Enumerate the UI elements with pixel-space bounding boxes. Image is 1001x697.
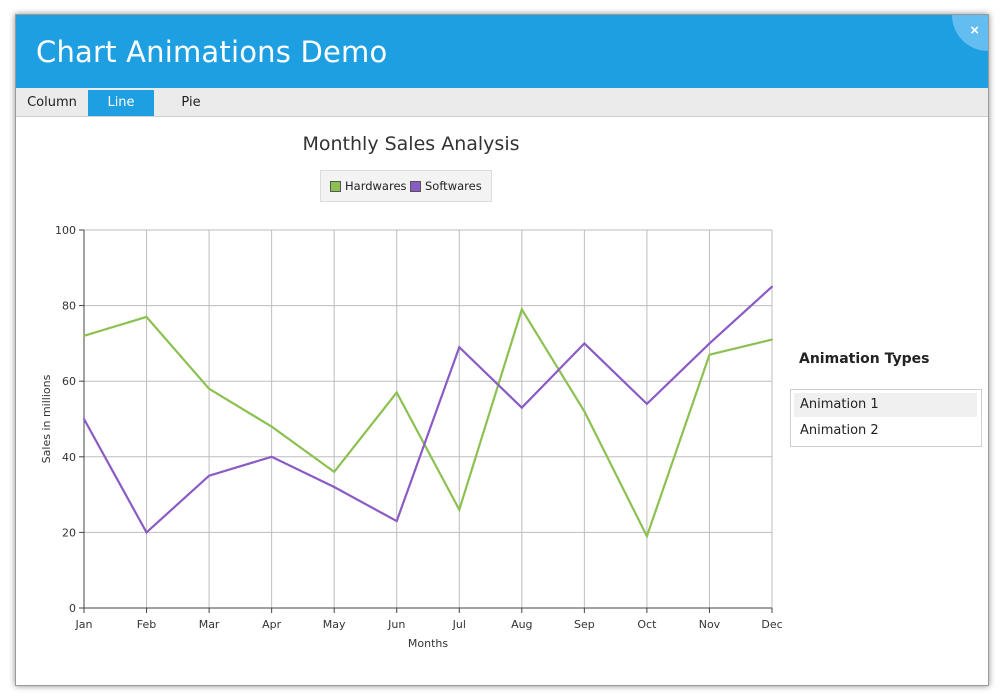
hardwares-series-point [583, 410, 586, 413]
x-tick-label: Dec [761, 618, 782, 631]
softwares-series-point [645, 402, 648, 405]
softwares-series-point [145, 531, 148, 534]
hardwares-series-point [458, 508, 461, 511]
x-tick-label: May [323, 618, 346, 631]
line-chart: 0 20 40 60 80 100 Jan Feb Mar Apr May Jun Jul Aug Sep O… [40, 224, 783, 650]
softwares-series-point [458, 346, 461, 349]
x-tick-label: Apr [262, 618, 282, 631]
x-tick-label: Feb [137, 618, 156, 631]
y-tick-label: 40 [62, 451, 76, 464]
hardwares-series-point [708, 353, 711, 356]
softwares-series-point [83, 418, 85, 420]
hardwares-series-point [771, 338, 773, 341]
y-tick-label: 60 [62, 375, 76, 388]
hardwares-series-point [395, 391, 398, 394]
softwares-series-line [83, 285, 773, 535]
softwares-series-point [333, 486, 336, 489]
animation-option-2[interactable]: Animation 2 [794, 419, 977, 443]
x-axis-title: Months [408, 637, 448, 650]
y-tick-label: 80 [62, 300, 76, 313]
softwares-series-point [771, 285, 773, 288]
x-tick-label: Nov [699, 618, 721, 631]
hardwares-series-point [645, 535, 648, 538]
x-tick-label: Aug [511, 618, 532, 631]
animation-option-1[interactable]: Animation 1 [794, 393, 977, 417]
softwares-series-point [270, 455, 273, 458]
x-tick-label: Jul [452, 618, 466, 631]
hardwares-series-point [520, 308, 523, 311]
softwares-series-point [395, 520, 398, 523]
softwares-series-point [708, 342, 711, 345]
x-tick-label: Jun [387, 618, 405, 631]
y-tick-label: 0 [69, 602, 76, 615]
hardwares-series-point [83, 334, 85, 337]
animation-types-heading: Animation Types [799, 351, 930, 367]
softwares-series-point [520, 406, 523, 409]
y-axis-title: Sales in millions [40, 374, 53, 463]
hardwares-series-point [270, 425, 273, 428]
chart-demo-window: Chart Animations Demo × Column Line Pie … [15, 14, 989, 686]
hardwares-series-line [83, 306, 773, 540]
x-tick-label: Mar [199, 618, 220, 631]
y-tick-label: 100 [55, 224, 76, 237]
hardwares-series-point [145, 315, 148, 318]
softwares-series-point [208, 474, 211, 477]
x-tick-label: Oct [637, 618, 657, 631]
y-tick-label: 20 [62, 526, 76, 539]
softwares-series-point [583, 342, 586, 345]
hardwares-series-point [333, 470, 336, 473]
hardwares-series-point [208, 387, 211, 390]
animation-types-list: Animation 1 Animation 2 [790, 389, 982, 447]
x-tick-label: Jan [75, 618, 93, 631]
x-tick-label: Sep [574, 618, 595, 631]
